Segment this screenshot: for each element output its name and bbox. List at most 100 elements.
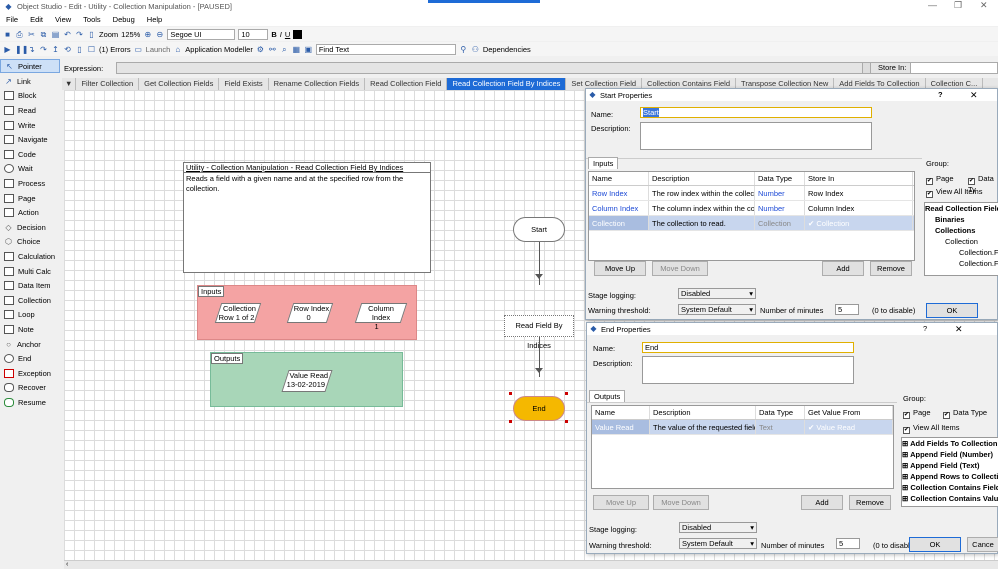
tool-read[interactable]: Read: [0, 103, 60, 117]
row-index-input[interactable]: Row Index 0: [286, 303, 334, 323]
tree-item[interactable]: Collections: [925, 225, 998, 236]
end-description-input[interactable]: [642, 356, 854, 384]
table-row-selected[interactable]: Collection The collection to read. Colle…: [589, 216, 914, 231]
breakpoint-icon[interactable]: ▯: [75, 45, 84, 54]
launch-button[interactable]: Launch: [146, 45, 171, 54]
tool-code[interactable]: Code: [0, 147, 60, 161]
page-checkbox[interactable]: ✔ Page: [903, 408, 931, 419]
step-over-icon[interactable]: ↷: [39, 45, 48, 54]
row-get-value-cell[interactable]: ✔ Value Read: [805, 420, 893, 434]
tool-resume[interactable]: Resume: [0, 395, 60, 409]
tree-item[interactable]: Collection: [925, 236, 998, 247]
tree-item[interactable]: Binaries: [925, 214, 998, 225]
end-name-input[interactable]: End: [642, 342, 854, 353]
tool-process[interactable]: Process: [0, 176, 60, 190]
ok-button[interactable]: OK: [909, 537, 961, 552]
tree-item[interactable]: ⊞ Collection Contains Field: [902, 482, 998, 493]
zoom-value[interactable]: 125%: [121, 30, 140, 39]
start-description-input[interactable]: [640, 122, 872, 150]
horizontal-scrollbar[interactable]: ‹: [64, 560, 998, 569]
app-modeller-button[interactable]: Application Modeller: [185, 45, 253, 54]
move-up-button[interactable]: Move Up: [594, 261, 646, 276]
tab-filter-collection[interactable]: Filter Collection: [76, 78, 140, 90]
table-row[interactable]: Column Index The column index within the…: [589, 201, 914, 216]
tree-item[interactable]: ⊞ Add Fields To Collection: [902, 438, 998, 449]
tab-read-collection-field[interactable]: Read Collection Field: [365, 78, 448, 90]
snap-icon[interactable]: ▣: [304, 45, 313, 54]
remove-button[interactable]: Remove: [849, 495, 891, 510]
remove-button[interactable]: Remove: [870, 261, 912, 276]
tool-anchor[interactable]: ○ Anchor: [0, 337, 60, 351]
view-all-checkbox[interactable]: ✔ View All Items: [926, 187, 983, 198]
find-text-input[interactable]: Find Text: [315, 43, 456, 55]
redo-icon[interactable]: ↷: [75, 30, 84, 39]
search-icon[interactable]: ⌕: [280, 45, 289, 54]
tree-item[interactable]: Collection.Fi: [925, 247, 998, 258]
start-stage[interactable]: Start: [513, 217, 565, 242]
help-icon[interactable]: ?: [923, 324, 927, 333]
find-icon[interactable]: ⚲: [459, 45, 468, 54]
page-checkbox[interactable]: ✔ Page: [926, 174, 954, 185]
tool-write[interactable]: Write: [0, 118, 60, 132]
minimize-icon[interactable]: —: [928, 0, 937, 10]
cancel-button[interactable]: Cance: [967, 537, 998, 552]
row-type[interactable]: Collection: [755, 216, 805, 230]
outputs-block[interactable]: Outputs Value Read 13-02-2019: [210, 352, 403, 407]
color-swatch[interactable]: [293, 29, 303, 39]
move-up-button[interactable]: Move Up: [593, 495, 649, 510]
undo-icon[interactable]: ↶: [63, 30, 72, 39]
tree-item[interactable]: ⊞ Append Rows to Collection: [902, 471, 998, 482]
scroll-left-icon[interactable]: ‹: [66, 561, 68, 568]
close-icon[interactable]: ✕: [970, 90, 978, 101]
tab-rename-collection-fields[interactable]: Rename Collection Fields: [269, 78, 366, 90]
tool-calculation[interactable]: Calculation: [0, 249, 60, 263]
page-icon[interactable]: ▯: [87, 30, 96, 39]
save-icon[interactable]: ■: [3, 30, 12, 39]
tool-multi-calc[interactable]: Multi Calc: [0, 264, 60, 278]
menu-view[interactable]: View: [49, 15, 77, 24]
inputs-tab[interactable]: Inputs: [588, 157, 619, 169]
paste-icon[interactable]: ▤: [51, 30, 60, 39]
start-name-input[interactable]: Start: [640, 107, 872, 118]
menu-help[interactable]: Help: [141, 15, 168, 24]
info-box[interactable]: Utility - Collection Manipulation - Read…: [183, 162, 431, 273]
selection-handle[interactable]: [565, 392, 568, 395]
tool-page[interactable]: Page: [0, 191, 60, 205]
tool-action[interactable]: Action: [0, 205, 60, 219]
tool-end[interactable]: End: [0, 351, 60, 365]
tool-pointer[interactable]: ↖ Pointer: [0, 59, 60, 73]
datatype-checkbox[interactable]: ✔ Data Type: [943, 408, 987, 419]
selection-handle[interactable]: [509, 420, 512, 423]
reset-icon[interactable]: ⟲: [63, 45, 72, 54]
tool-decision[interactable]: ◇ Decision: [0, 220, 60, 234]
dependencies-button[interactable]: Dependencies: [483, 45, 531, 54]
run-icon[interactable]: ▶: [3, 45, 12, 54]
step-out-icon[interactable]: ↥: [51, 45, 60, 54]
tab-field-exists[interactable]: Field Exists: [219, 78, 269, 90]
tool-block[interactable]: Block: [0, 88, 60, 102]
copy-icon[interactable]: ⧉: [39, 30, 48, 39]
menu-edit[interactable]: Edit: [24, 15, 49, 24]
tree-item[interactable]: Collection.Fi: [925, 258, 998, 269]
tab-get-collection-fields[interactable]: Get Collection Fields: [139, 78, 220, 90]
close-icon[interactable]: ✕: [980, 0, 988, 11]
value-read-output[interactable]: Value Read 13-02-2019: [281, 370, 333, 392]
selection-handle[interactable]: [509, 392, 512, 395]
tree-item[interactable]: ⊞ Append Field (Number): [902, 449, 998, 460]
collection-input[interactable]: Collection Row 1 of 2: [214, 303, 262, 323]
add-button[interactable]: Add: [801, 495, 843, 510]
inputs-block[interactable]: Inputs Collection Row 1 of 2 Row Index 0…: [197, 285, 417, 340]
tool-link[interactable]: ↗ Link: [0, 74, 60, 88]
view-all-checkbox[interactable]: ✔ View All Items: [903, 423, 960, 434]
tree-item[interactable]: ⊞ Collection Contains Value: [902, 493, 998, 504]
warning-threshold-select[interactable]: System Default ▾: [678, 304, 756, 315]
tool-choice[interactable]: ⬡ Choice: [0, 234, 60, 248]
read-field-action[interactable]: Read Field By Indices: [504, 315, 574, 350]
font-size-select[interactable]: 10: [238, 28, 269, 40]
end-stage[interactable]: End: [513, 396, 565, 421]
pause-icon[interactable]: ❚❚: [15, 45, 28, 54]
row-store-in-cell[interactable]: ✔ Collection: [805, 216, 913, 230]
move-down-button[interactable]: Move Down: [652, 261, 708, 276]
table-row-selected[interactable]: Value Read The value of the requested fi…: [592, 420, 893, 435]
font-select[interactable]: Segoe UI: [167, 28, 236, 40]
